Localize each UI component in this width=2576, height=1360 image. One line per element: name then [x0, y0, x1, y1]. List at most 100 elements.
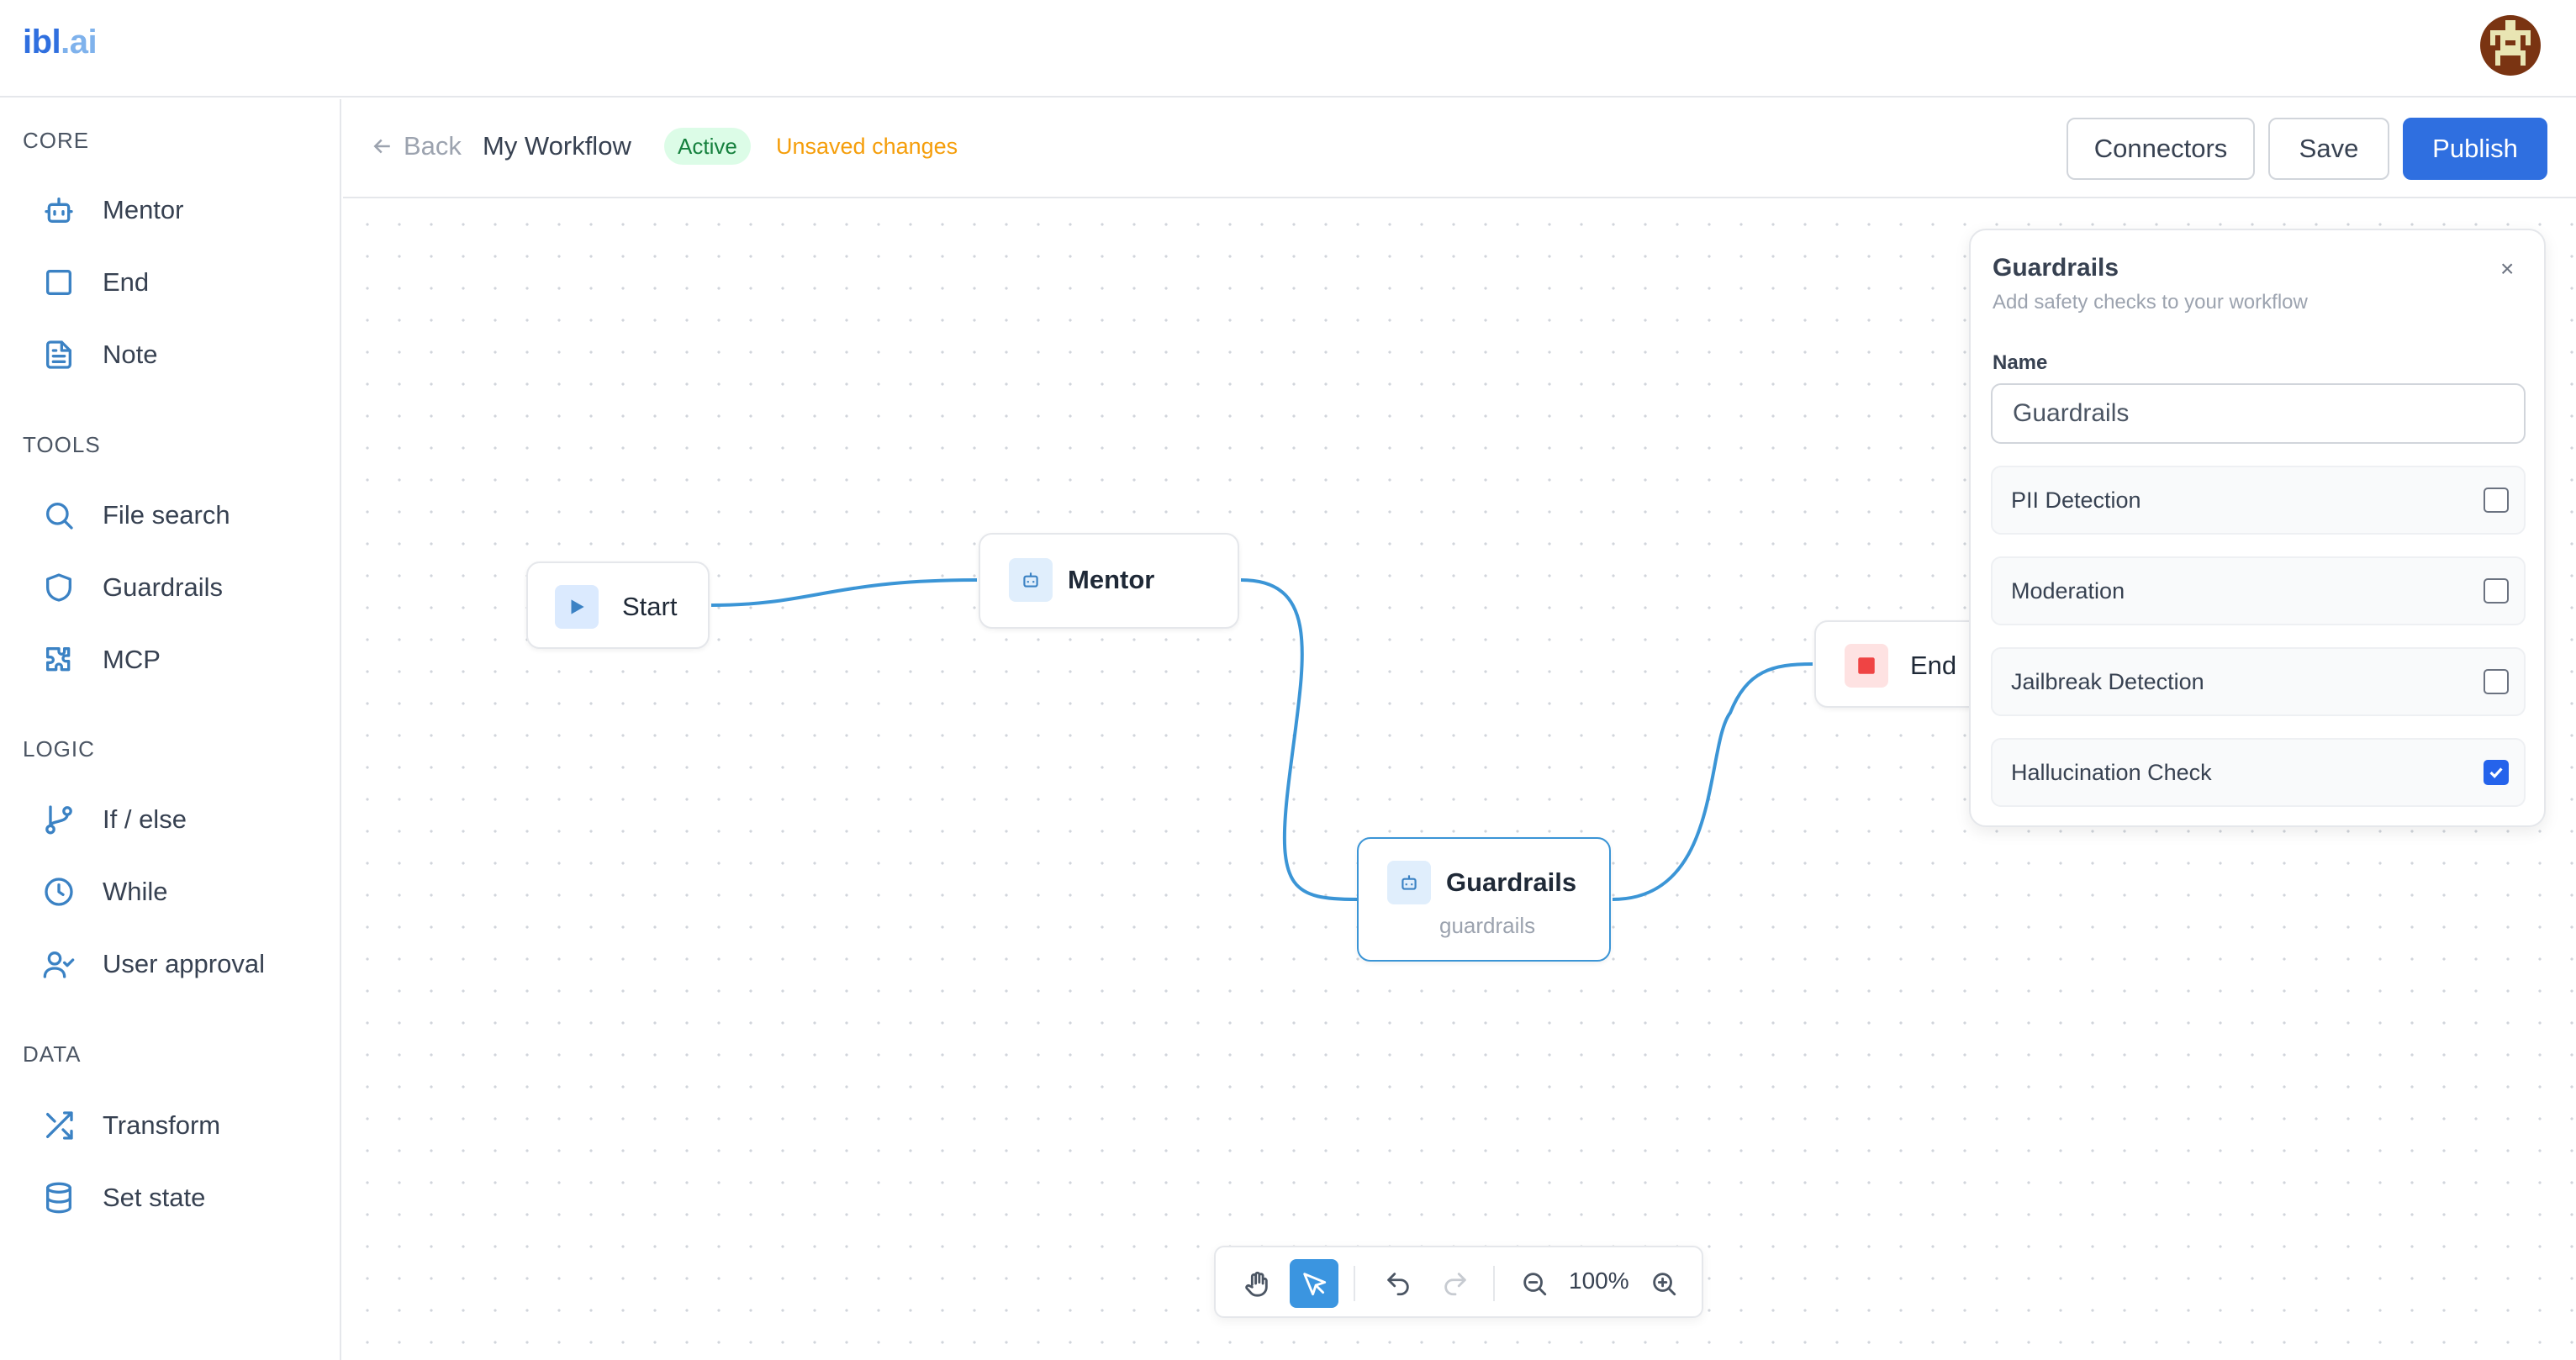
redo-button[interactable] — [1431, 1259, 1480, 1308]
panel-title: Guardrails — [1993, 254, 2119, 282]
logo-part-1: ibl — [23, 24, 61, 61]
palette-item-label: Set state — [103, 1183, 206, 1212]
toolbar-divider — [1493, 1266, 1495, 1301]
zoom-level: 100% — [1569, 1268, 1629, 1294]
zoom-in-icon — [1653, 1273, 1676, 1296]
undo-button[interactable] — [1374, 1259, 1423, 1308]
redo-icon — [1444, 1273, 1466, 1296]
check-row-hallucination-check[interactable]: Hallucination Check — [1991, 738, 2526, 807]
palette-item-note[interactable]: Note — [40, 328, 326, 382]
check-label: PII Detection — [2011, 488, 2141, 513]
edge-guardrails-end[interactable] — [1612, 662, 1813, 901]
workflow-header: Back My Workflow Active Unsaved changes … — [343, 99, 2576, 198]
zoom-in-button[interactable] — [1639, 1259, 1688, 1308]
top-header: ibl.ai — [0, 0, 2576, 98]
node-palette-sidebar: CORE Mentor End Note TOOLS File search G… — [0, 99, 341, 1360]
node-label: Mentor — [1068, 565, 1155, 594]
git-branch-icon — [40, 801, 77, 838]
logo[interactable]: ibl.ai — [23, 24, 98, 61]
select-tool-button[interactable] — [1290, 1259, 1338, 1308]
file-text-icon — [40, 336, 77, 373]
hand-icon — [1245, 1271, 1268, 1297]
zoom-out-icon — [1523, 1273, 1547, 1296]
palette-item-mentor[interactable]: Mentor — [40, 183, 326, 237]
shuffle-icon — [40, 1107, 77, 1144]
check-row-jailbreak-detection[interactable]: Jailbreak Detection — [1991, 647, 2526, 716]
palette-item-guardrails[interactable]: Guardrails — [40, 561, 326, 614]
palette-item-label: Mentor — [103, 195, 184, 224]
node-mentor[interactable]: Mentor — [979, 533, 1239, 629]
palette-item-label: File search — [103, 500, 230, 530]
node-sublabel: guardrails — [1439, 913, 1536, 938]
edge-mentor-guardrails[interactable] — [1240, 578, 1358, 901]
save-button[interactable]: Save — [2268, 118, 2389, 180]
status-badge: Active — [664, 128, 751, 165]
palette-item-label: While — [103, 877, 168, 906]
palette-item-label: Transform — [103, 1110, 221, 1140]
moderation-checkbox[interactable] — [2484, 578, 2509, 604]
search-icon — [40, 497, 77, 534]
logo-part-2: .ai — [61, 24, 98, 61]
palette-item-label: Guardrails — [103, 572, 223, 602]
palette-item-label: End — [103, 267, 150, 297]
avatar[interactable] — [2480, 15, 2541, 76]
palette-item-if-else[interactable]: If / else — [40, 793, 326, 846]
check-row-pii-detection[interactable]: PII Detection — [1991, 466, 2526, 535]
square-icon — [40, 264, 77, 301]
canvas-toolbar: 100% — [1214, 1246, 1703, 1318]
user-check-icon — [40, 946, 77, 983]
node-guardrails[interactable]: Guardrails guardrails — [1357, 837, 1611, 962]
check-row-moderation[interactable]: Moderation — [1991, 556, 2526, 625]
node-label: Start — [622, 592, 678, 621]
palette-item-set-state[interactable]: Set state — [40, 1171, 326, 1225]
palette-item-file-search[interactable]: File search — [40, 488, 326, 542]
node-start[interactable]: Start — [526, 561, 710, 649]
check-label: Jailbreak Detection — [2011, 669, 2204, 694]
node-label: End — [1910, 651, 1957, 680]
shield-icon — [40, 569, 77, 606]
section-title-logic: LOGIC — [23, 736, 95, 762]
node-label: Guardrails — [1446, 867, 1577, 897]
publish-button[interactable]: Publish — [2403, 118, 2547, 180]
edge-start-mentor[interactable] — [710, 578, 978, 607]
unsaved-changes-indicator: Unsaved changes — [776, 134, 958, 159]
stop-icon — [1845, 644, 1888, 688]
name-field-label: Name — [1993, 351, 2048, 374]
close-icon[interactable]: × — [2500, 256, 2514, 282]
back-button[interactable]: Back — [370, 131, 462, 161]
palette-item-label: User approval — [103, 949, 265, 978]
pii-detection-checkbox[interactable] — [2484, 488, 2509, 513]
name-input[interactable] — [1991, 383, 2526, 444]
bot-icon — [1387, 861, 1431, 904]
section-title-data: DATA — [23, 1041, 82, 1067]
puzzle-icon — [40, 641, 77, 678]
palette-item-user-approval[interactable]: User approval — [40, 937, 326, 991]
pan-tool-button[interactable] — [1233, 1259, 1281, 1308]
play-icon — [555, 585, 599, 629]
node-properties-panel: Guardrails Add safety checks to your wor… — [1969, 229, 2546, 827]
back-label: Back — [404, 131, 462, 161]
arrow-left-icon — [373, 139, 390, 154]
section-title-core: CORE — [23, 128, 90, 153]
palette-item-transform[interactable]: Transform — [40, 1099, 326, 1152]
section-title-tools: TOOLS — [23, 432, 101, 457]
palette-item-mcp[interactable]: MCP — [40, 633, 326, 687]
zoom-out-button[interactable] — [1510, 1259, 1559, 1308]
check-icon — [2489, 767, 2503, 778]
hallucination-check-checkbox[interactable] — [2484, 760, 2509, 785]
palette-item-while[interactable]: While — [40, 865, 326, 919]
database-icon — [40, 1179, 77, 1216]
palette-item-label: MCP — [103, 645, 161, 674]
undo-icon — [1387, 1273, 1409, 1296]
panel-subtitle: Add safety checks to your workflow — [1993, 291, 2308, 314]
workflow-title[interactable]: My Workflow — [483, 131, 631, 161]
jailbreak-detection-checkbox[interactable] — [2484, 669, 2509, 694]
bot-icon — [1009, 558, 1053, 602]
pointer-icon — [1303, 1273, 1327, 1296]
connectors-button[interactable]: Connectors — [2067, 118, 2255, 180]
palette-item-end[interactable]: End — [40, 256, 326, 309]
clock-icon — [40, 873, 77, 910]
palette-item-label: Note — [103, 340, 158, 369]
bot-icon — [40, 192, 77, 229]
check-label: Moderation — [2011, 578, 2125, 604]
